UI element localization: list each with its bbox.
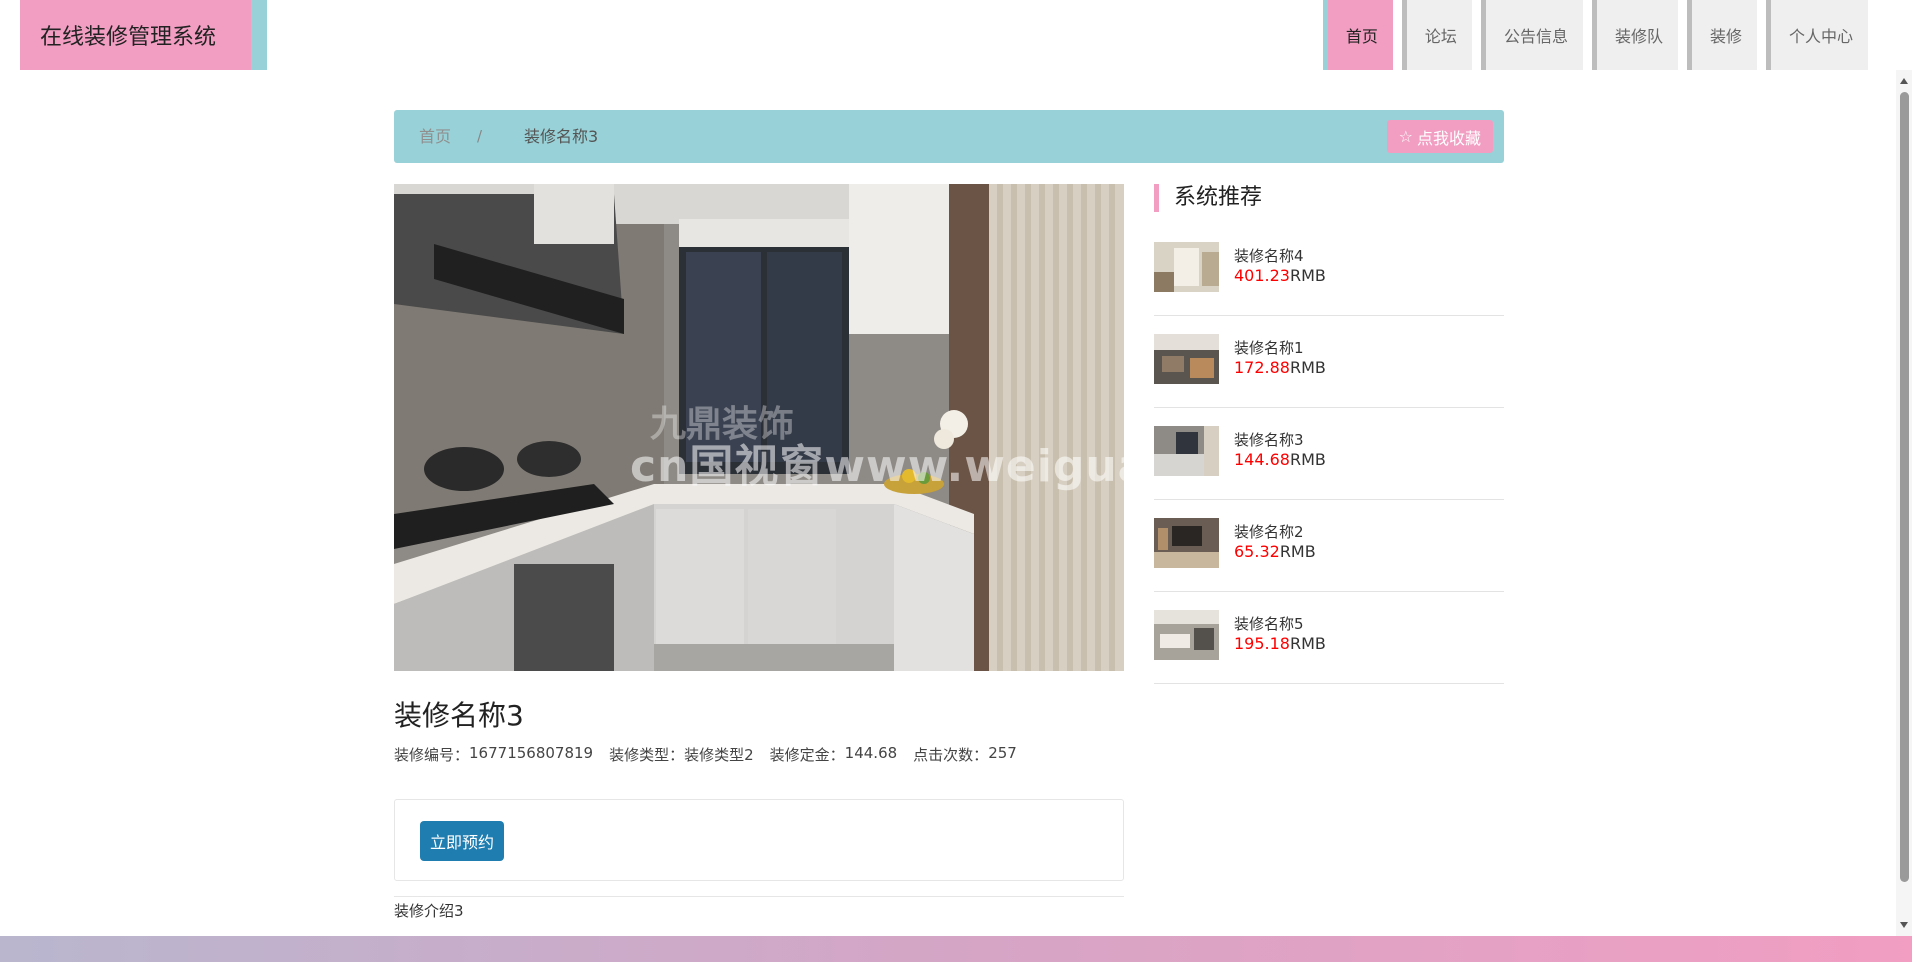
top-header: 在线装修管理系统 首页 论坛 公告信息 装修队 装修 个人中心 (0, 0, 1896, 70)
recommend-name[interactable]: 装修名称1 (1234, 337, 1304, 358)
recommend-price: 144.68RMB (1234, 450, 1326, 469)
recommend-name[interactable]: 装修名称2 (1234, 521, 1304, 542)
recommend-price: 65.32RMB (1234, 542, 1316, 561)
detail-meta: 装修编号： 1677156807819 装修类型： 装修类型2 装修定金： 14… (394, 744, 1017, 765)
recommend-thumbnail[interactable] (1154, 610, 1219, 660)
meta-deposit-value: 144.68 (844, 744, 898, 762)
nav-announcements[interactable]: 公告信息 (1480, 0, 1583, 70)
divider (394, 896, 1124, 897)
meta-number-value: 1677156807819 (469, 744, 594, 762)
meta-clicks-value: 257 (988, 744, 1017, 762)
scroll-down-arrow-icon[interactable] (1900, 922, 1908, 928)
scrollbar-thumb[interactable] (1900, 92, 1909, 882)
recommend-item[interactable]: 装修名称1 172.88RMB (1154, 316, 1504, 408)
recommend-item[interactable]: 装修名称3 144.68RMB (1154, 408, 1504, 500)
recommend-thumbnail[interactable] (1154, 334, 1219, 384)
decoration-intro: 装修介绍3 (394, 902, 464, 920)
recommend-title: 系统推荐 (1154, 184, 1262, 212)
booking-panel: 立即预约 (394, 799, 1124, 881)
recommend-price: 172.88RMB (1234, 358, 1326, 377)
breadcrumb-separator: / (477, 127, 483, 145)
recommend-name[interactable]: 装修名称3 (1234, 429, 1304, 450)
favorite-label: 点我收藏 (1416, 128, 1481, 148)
breadcrumb: 首页 / 装修名称3 ☆ 点我收藏 (394, 110, 1504, 163)
recommend-name[interactable]: 装修名称4 (1234, 245, 1304, 266)
recommend-thumbnail[interactable] (1154, 518, 1219, 568)
nav-home[interactable]: 首页 (1322, 0, 1393, 70)
nav-teams-label: 装修队 (1614, 27, 1663, 46)
recommend-thumbnail[interactable] (1154, 242, 1219, 292)
recommend-item[interactable]: 装修名称4 401.23RMB (1154, 224, 1504, 316)
meta-type-value: 装修类型2 (684, 746, 754, 764)
breadcrumb-home[interactable]: 首页 (419, 110, 451, 163)
recommend-item[interactable]: 装修名称2 65.32RMB (1154, 500, 1504, 592)
nav-home-label: 首页 (1345, 27, 1378, 46)
decoration-main-image (394, 184, 1124, 671)
recommend-list: 装修名称4 401.23RMB 装修名称1 172.88RMB 装修名称3 14… (1154, 224, 1504, 684)
scroll-up-arrow-icon[interactable] (1900, 78, 1908, 84)
breadcrumb-current: 装修名称3 (524, 127, 599, 146)
recommend-name[interactable]: 装修名称5 (1234, 613, 1304, 634)
favorite-button[interactable]: ☆ 点我收藏 (1386, 120, 1493, 153)
nav-forum[interactable]: 论坛 (1401, 0, 1472, 70)
recommend-thumbnail[interactable] (1154, 426, 1219, 476)
site-title: 在线装修管理系统 (40, 25, 217, 50)
nav-profile-label: 个人中心 (1788, 27, 1853, 46)
nav-forum-label: 论坛 (1424, 27, 1457, 46)
meta-number-label: 装修编号： (394, 746, 470, 764)
recommend-item[interactable]: 装修名称5 195.18RMB (1154, 592, 1504, 684)
recommend-price: 195.18RMB (1234, 634, 1326, 653)
meta-type-label: 装修类型： (609, 746, 685, 764)
nav-profile[interactable]: 个人中心 (1765, 0, 1868, 70)
page-footer (0, 936, 1912, 962)
main-nav: 首页 论坛 公告信息 装修队 装修 个人中心 (1314, 0, 1868, 70)
nav-teams[interactable]: 装修队 (1591, 0, 1678, 70)
star-outline-icon: ☆ (1398, 127, 1413, 146)
meta-clicks-label: 点击次数： (913, 746, 989, 764)
site-logo[interactable]: 在线装修管理系统 (20, 0, 267, 70)
nav-announcements-label: 公告信息 (1503, 27, 1568, 46)
detail-title: 装修名称3 (394, 699, 524, 732)
recommend-price: 401.23RMB (1234, 266, 1326, 285)
nav-decoration[interactable]: 装修 (1686, 0, 1757, 70)
nav-decoration-label: 装修 (1709, 27, 1742, 46)
book-now-button[interactable]: 立即预约 (420, 821, 505, 861)
meta-deposit-label: 装修定金： (769, 746, 845, 764)
